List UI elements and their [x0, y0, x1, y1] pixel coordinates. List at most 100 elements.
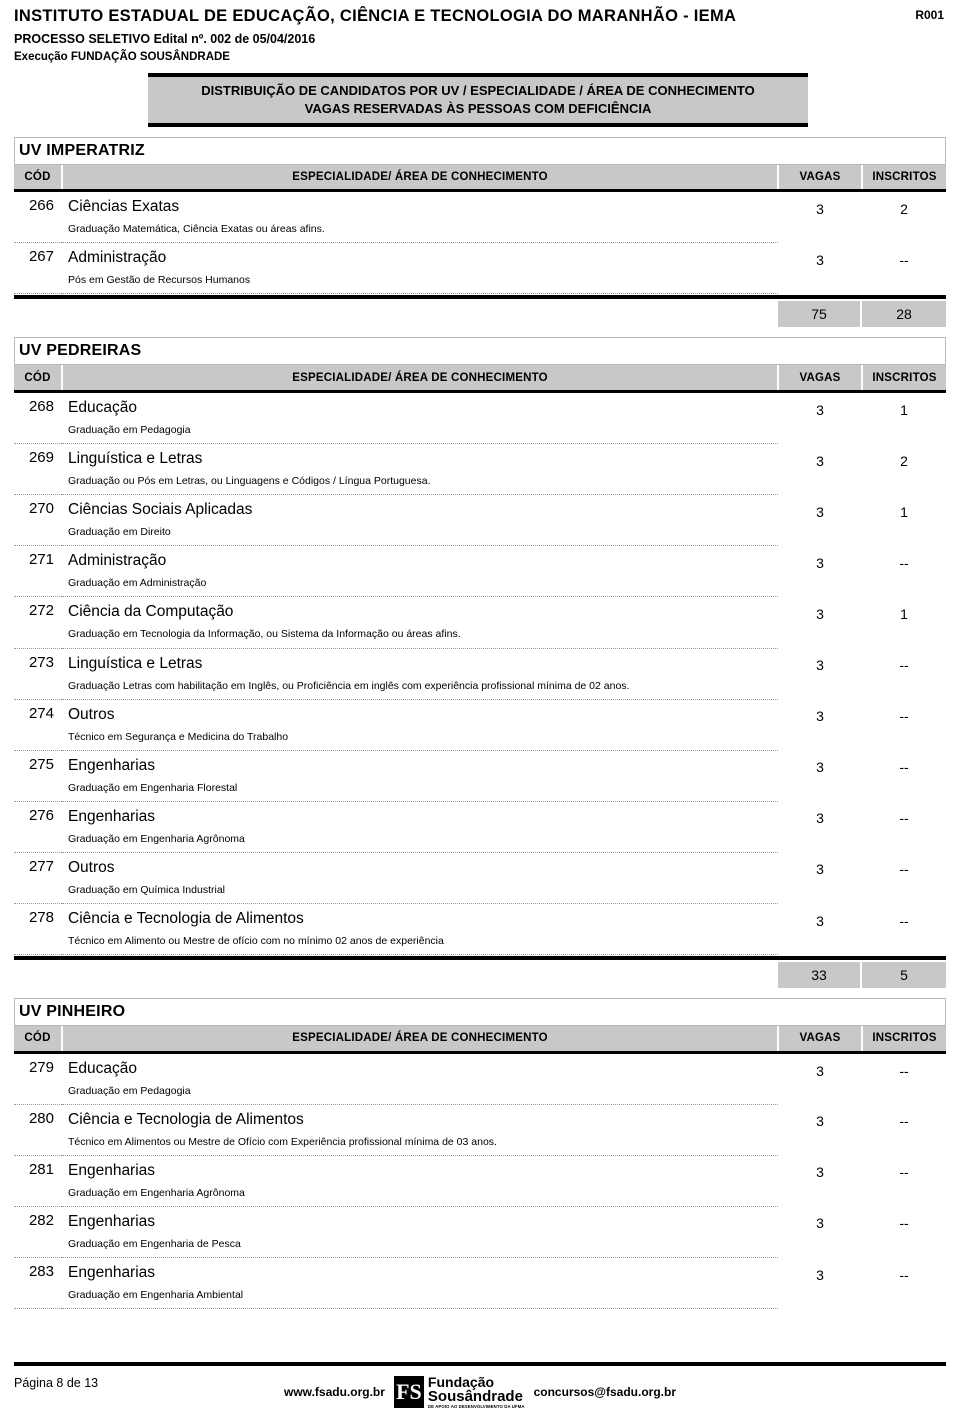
cell-code: 274 — [28, 704, 54, 722]
cell-specialty: Engenharias — [68, 756, 156, 774]
uv-group: UV IMPERATRIZ CÓD ESPECIALIDADE/ ÁREA DE C… — [14, 136, 946, 328]
table-row: 270 Ciências Sociais Aplicadas 3 1 — [14, 495, 946, 520]
cell-inscritos: -- — [899, 861, 909, 878]
cell-vagas: 3 — [816, 759, 824, 776]
cell-specialty: Administração — [68, 552, 167, 570]
column-header-specialty: ESPECIALIDADE/ ÁREA DE CONHECIMENTO — [62, 365, 779, 393]
cell-inscritos: -- — [899, 1266, 909, 1283]
cell-requirement: Graduação em Direito — [62, 519, 778, 547]
cell-vagas: 3 — [816, 1062, 824, 1079]
table-row: 276 Engenharias 3 -- — [14, 801, 946, 826]
cell-specialty: Educação — [68, 398, 137, 416]
cell-vagas: 3 — [816, 1266, 824, 1283]
cell-specialty: Ciência da Computação — [68, 603, 234, 621]
cell-specialty: Engenharias — [68, 1264, 156, 1282]
table-row: 281 Engenharias 3 -- — [14, 1155, 946, 1180]
table-end-rule — [14, 956, 946, 961]
uv-table: CÓD ESPECIALIDADE/ ÁREA DE CONHECIMENTO VA… — [14, 365, 946, 956]
cell-code: 273 — [28, 653, 54, 671]
cell-spacer — [14, 468, 62, 496]
table-tail-spacer — [14, 1309, 946, 1327]
cell-vagas: 3 — [816, 251, 824, 268]
cell-spacer — [14, 774, 62, 802]
cell-vagas: 3 — [816, 657, 824, 673]
column-header-inscritos: INSCRITOS — [862, 365, 946, 393]
cell-vagas: 3 — [816, 810, 824, 827]
uv-table: CÓD ESPECIALIDADE/ ÁREA DE CONHECIMENTO VA… — [14, 164, 946, 295]
cell-specialty: Ciência e Tecnologia de Alimentos — [68, 910, 304, 928]
cell-code: 281 — [28, 1160, 54, 1178]
cell-inscritos: 2 — [900, 452, 908, 469]
cell-requirement: Graduação em Engenharia Ambiental — [62, 1282, 778, 1310]
cell-vagas: 3 — [816, 1215, 824, 1232]
page-footer: Página 8 de 13 www.fsadu.org.br FS Funda… — [14, 1362, 946, 1412]
cell-specialty: Linguística e Letras — [68, 654, 203, 672]
edital-line: PROCESSO SELETIVO Edital nº. 002 de 05/0… — [14, 31, 316, 46]
cell-vagas: 3 — [816, 861, 824, 878]
cell-spacer — [14, 216, 62, 244]
execution-line: Execução FUNDAÇÃO SOUSÂNDRADE — [14, 50, 230, 63]
cell-code: 267 — [28, 248, 54, 266]
cell-requirement: Graduação em Engenharia Agrônoma — [62, 1179, 778, 1207]
cell-spacer — [14, 1282, 62, 1310]
column-header-specialty: ESPECIALIDADE/ ÁREA DE CONHECIMENTO — [62, 1026, 779, 1054]
uv-name-box: UV IMPERATRIZ — [14, 136, 946, 165]
uv-group: UV PINHEIRO CÓD ESPECIALIDADE/ ÁREA DE CON… — [14, 998, 946, 1327]
total-vagas: 33 — [778, 962, 862, 989]
fundacao-sousandrade-logo: FS Fundação Sousândrade DE APOIO AO DESE… — [393, 1375, 525, 1409]
column-header-cod: CÓD — [14, 164, 63, 193]
cell-specialty: Ciências Exatas — [68, 198, 180, 216]
table-end-rule — [14, 295, 946, 300]
cell-inscritos: -- — [899, 810, 909, 827]
document-page: INSTITUTO ESTADUAL DE EDUCAÇÃO, CIÊNCIA … — [0, 0, 960, 1420]
column-header-cod: CÓD — [14, 365, 63, 393]
footer-email-link[interactable]: concursos@fsadu.org.br — [534, 1385, 676, 1399]
cell-spacer — [14, 672, 62, 700]
table-header-row: CÓD ESPECIALIDADE/ ÁREA DE CONHECIMENTO VA… — [14, 164, 946, 193]
table-row: 268 Educação 3 1 — [14, 391, 946, 417]
cell-vagas: 3 — [816, 401, 824, 418]
cell-specialty: Engenharias — [68, 807, 156, 825]
cell-vagas: 3 — [816, 605, 824, 622]
cell-inscritos: -- — [899, 251, 909, 268]
footer-website-link[interactable]: www.fsadu.org.br — [284, 1385, 385, 1399]
cell-code: 283 — [28, 1263, 54, 1281]
cell-vagas: 3 — [816, 452, 824, 469]
cell-spacer — [14, 876, 62, 905]
cell-specialty: Educação — [68, 1059, 137, 1077]
cell-requirement: Técnico em Alimento ou Mestre de ofício … — [62, 928, 778, 956]
cell-code: 280 — [28, 1109, 54, 1127]
cell-inscritos: 1 — [900, 605, 908, 622]
fs-monogram-icon: FS — [393, 1376, 424, 1408]
cell-inscritos: -- — [899, 1164, 909, 1181]
cell-vagas: 3 — [816, 912, 824, 929]
cell-requirement: Graduação em Engenharia Agrônoma — [62, 825, 778, 853]
cell-code: 277 — [28, 857, 54, 875]
column-header-vagas: VAGAS — [778, 164, 863, 193]
table-row: 278 Ciência e Tecnologia de Alimentos 3 -- — [14, 904, 946, 928]
table-row: 273 Linguística e Letras 3 -- — [14, 648, 946, 673]
cell-requirement: Graduação em Pedagogia — [62, 417, 778, 445]
report-title-box-wrap: DISTRIBUIÇÃO DE CANDIDATOS POR UV / ESPE… — [14, 73, 946, 127]
cell-requirement: Técnico em Alimentos ou Mestre de Ofício… — [62, 1128, 778, 1156]
logo-line-tagline: DE APOIO AO DESENVOLVIMENTO DA UFMA — [427, 1403, 525, 1409]
footer-branding: www.fsadu.org.br FS Fundação Sousândrade… — [284, 1375, 676, 1409]
footer-divider — [14, 1362, 946, 1366]
uv-name-box: UV PINHEIRO — [14, 998, 946, 1027]
table-row: 266 Ciências Exatas 3 2 — [14, 191, 946, 217]
cell-code: 272 — [28, 602, 54, 620]
institution-title: INSTITUTO ESTADUAL DE EDUCAÇÃO, CIÊNCIA … — [14, 7, 737, 25]
cell-inscritos: -- — [899, 1062, 909, 1079]
uv-totals-row: 33 5 — [14, 962, 946, 989]
table-row: 275 Engenharias 3 -- — [14, 750, 946, 775]
uv-table: CÓD ESPECIALIDADE/ ÁREA DE CONHECIMENTO VA… — [14, 1026, 946, 1310]
table-header-row: CÓD ESPECIALIDADE/ ÁREA DE CONHECIMENTO VA… — [14, 365, 946, 393]
cell-code: 269 — [28, 449, 54, 467]
cell-code: 271 — [28, 551, 54, 569]
cell-requirement: Graduação em Química Industrial — [62, 876, 778, 905]
logo-line-sousandrade: Sousândrade — [427, 1388, 523, 1406]
cell-requirement: Graduação em Pedagogia — [62, 1077, 778, 1105]
uv-totals-row: 75 28 — [14, 301, 946, 328]
column-header-inscritos: INSCRITOS — [862, 164, 946, 193]
uv-name-label: UV PEDREIRAS — [19, 342, 142, 360]
